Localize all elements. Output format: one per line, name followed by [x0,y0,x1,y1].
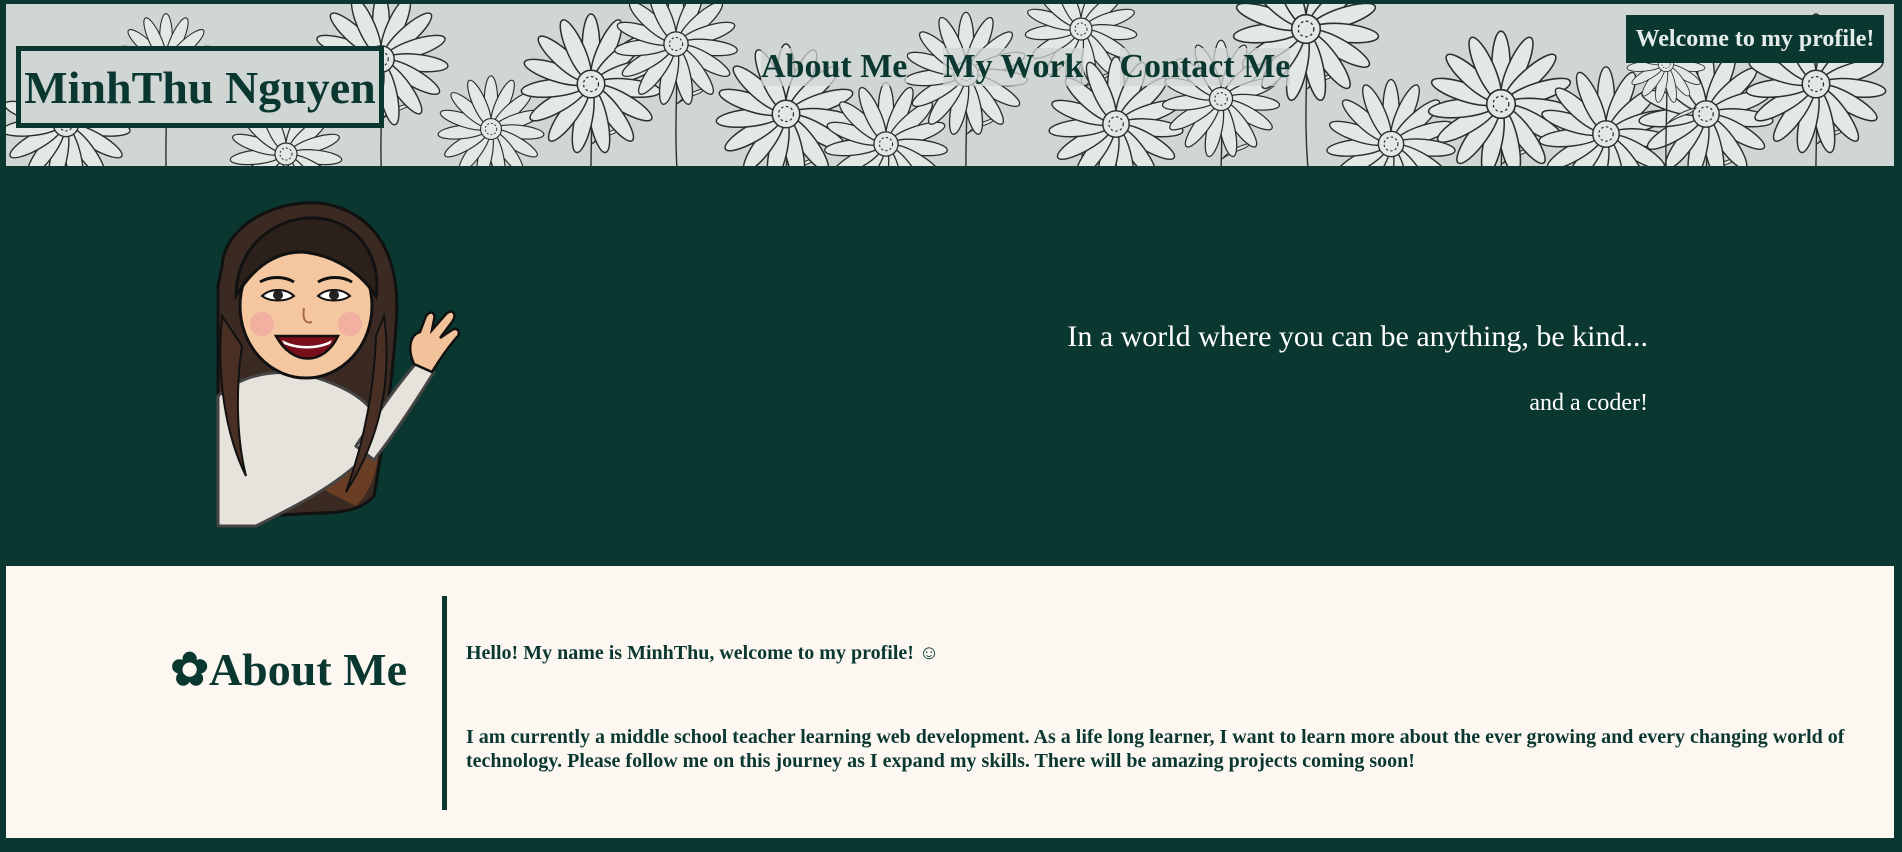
flower-icon: ✿ [170,644,209,695]
page-frame: MinhThu Nguyen About Me My Work Contact … [6,4,1894,838]
hero-section: In a world where you can be anything, be… [6,166,1894,566]
welcome-banner: Welcome to my profile! [1626,15,1884,63]
waving-avatar-illustration [216,201,461,529]
nav-link-about-me[interactable]: About Me [761,48,908,86]
about-section: ✿About Me Hello! My name is MinhThu, wel… [6,566,1894,838]
site-brand[interactable]: MinhThu Nguyen [16,46,384,128]
hero-quote: In a world where you can be anything, be… [1067,320,1648,353]
hero-subquote: and a coder! [1529,390,1648,416]
nav-link-contact-me[interactable]: Contact Me [1119,48,1291,86]
about-heading: ✿About Me [170,642,407,696]
about-body-text: I am currently a middle school teacher l… [466,726,1845,772]
about-greeting: Hello! My name is MinhThu, welcome to my… [466,642,940,664]
section-divider [442,596,447,810]
about-heading-text: About Me [208,644,407,695]
site-header: MinhThu Nguyen About Me My Work Contact … [6,4,1894,166]
main-nav: About Me My Work Contact Me [761,48,1291,86]
nav-link-my-work[interactable]: My Work [943,48,1084,86]
